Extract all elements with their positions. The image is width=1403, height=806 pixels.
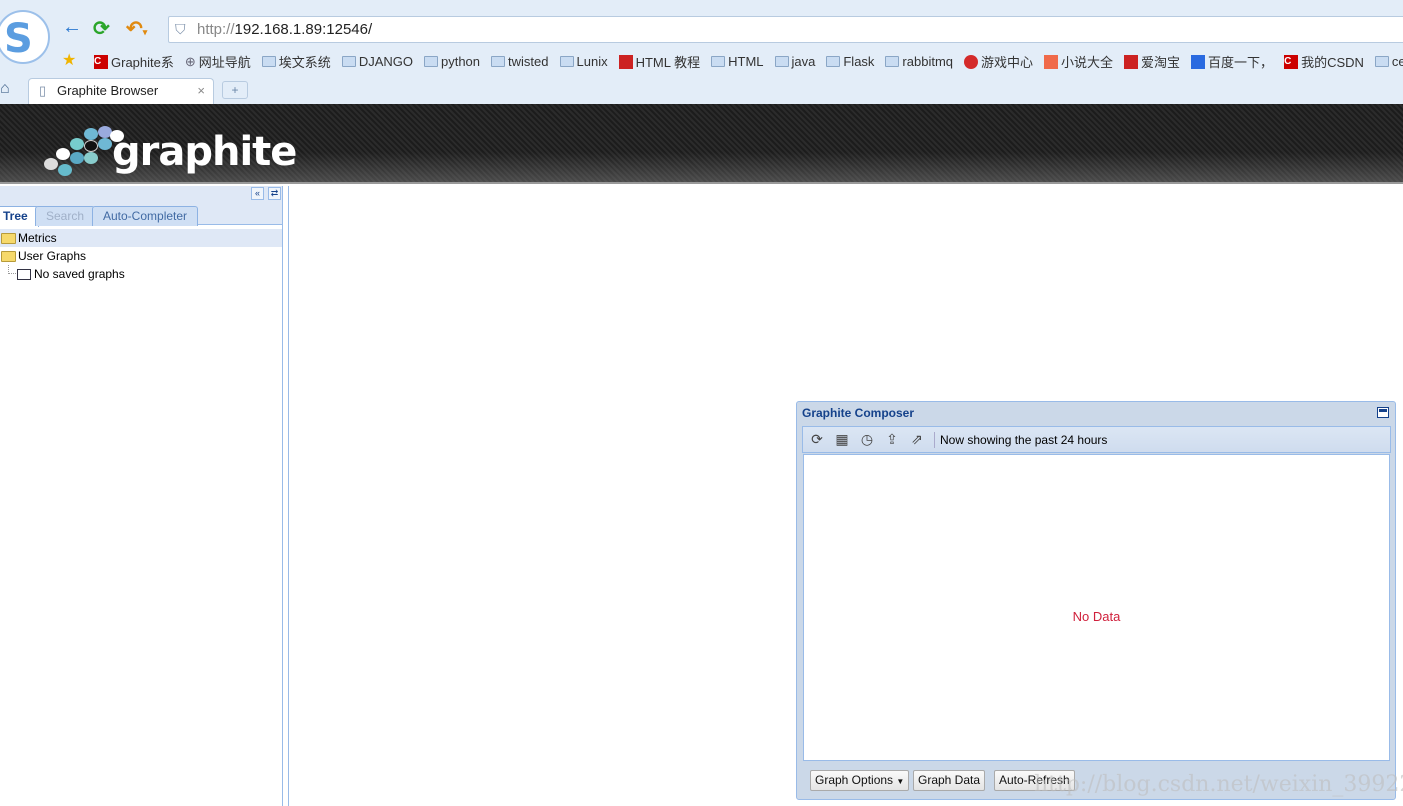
logo-dots-icon [44, 124, 124, 180]
bookmark-item[interactable]: rabbitmq [885, 52, 953, 71]
folder-icon [261, 56, 276, 67]
tab-auto-completer[interactable]: Auto-Completer [92, 206, 199, 226]
tab-search[interactable]: Search [35, 206, 96, 226]
folder-icon [1, 233, 16, 244]
bookmark-item[interactable]: Flask [826, 52, 874, 71]
graph-leaf-icon [17, 269, 31, 280]
game-icon [964, 54, 978, 69]
close-tab-icon[interactable]: × [197, 79, 205, 103]
clock-icon[interactable]: ◷ [859, 431, 875, 448]
folder-icon [774, 56, 789, 67]
bookmark-item[interactable]: python [423, 52, 480, 71]
folder-icon [491, 56, 506, 67]
upload-icon[interactable]: ⇪ [884, 431, 900, 448]
graphite-header: graphite [0, 104, 1403, 184]
bookmark-item[interactable]: 游戏中心 [964, 52, 1033, 71]
globe-icon: ⊕ [184, 53, 196, 69]
bookmark-item[interactable]: ce [1374, 52, 1403, 71]
back-icon[interactable]: ← [62, 16, 82, 39]
bookmark-item[interactable]: C 我的CSDN [1284, 52, 1364, 71]
graphite-logo: graphite [44, 124, 297, 180]
baidu-icon [1191, 54, 1206, 69]
bookmark-item[interactable]: C Graphite系 [94, 52, 174, 71]
novel-icon [1044, 54, 1059, 69]
maximize-button[interactable] [1377, 407, 1389, 418]
folder-icon [559, 56, 574, 67]
csdn-icon: C [1284, 54, 1299, 69]
no-data-message: No Data [1072, 609, 1121, 624]
tree-node-user-graphs[interactable]: User Graphs [0, 247, 282, 265]
panel-splitter[interactable] [283, 186, 289, 806]
page-icon: ▯ [39, 83, 47, 98]
bookmark-item[interactable]: java [774, 52, 815, 71]
star-icon[interactable]: ★ [62, 50, 76, 70]
address-bar[interactable]: ⛉ http://192.168.1.89:12546/ [168, 16, 1403, 43]
home-icon[interactable]: ⌂ [0, 80, 10, 98]
time-range-status: Now showing the past 24 hours [940, 432, 1108, 447]
bookmarks-bar: C Graphite系 ⊕ 网址导航 埃文系统 DJANGO python twisted Lu… [94, 52, 1403, 71]
graph-data-button[interactable]: Graph Data [913, 770, 986, 791]
left-panel: « ⇄ Tree Search Auto-Completer Metrics U… [0, 186, 283, 806]
share-icon[interactable]: ⇗ [909, 431, 925, 448]
bookmark-item[interactable]: ⊕ 网址导航 [185, 52, 251, 71]
taobao-icon [1124, 54, 1139, 69]
folder-icon [1374, 56, 1389, 67]
folder-icon [826, 56, 841, 67]
bookmark-item[interactable]: DJANGO [341, 52, 413, 71]
dropdown-arrow-icon: ▼ [896, 777, 905, 786]
auto-refresh-button[interactable]: Auto-Refresh [994, 770, 1075, 791]
folder-icon [885, 56, 900, 67]
graphite-composer-window: Graphite Composer ⟳ ▦ ◷ ⇪ ⇗ Now showing … [796, 401, 1396, 800]
shield-icon: ⛉ [175, 21, 186, 37]
bookmark-item[interactable]: 百度一下， [1191, 52, 1273, 71]
bookmark-item[interactable]: 埃文系统 [261, 52, 331, 71]
folder-icon [341, 56, 356, 67]
csdn-icon: C [94, 54, 108, 69]
tree-node-no-saved-graphs[interactable]: No saved graphs [0, 265, 282, 283]
tree-node-metrics[interactable]: Metrics [0, 229, 282, 247]
bookmark-item[interactable]: Lunix [559, 52, 608, 71]
browser-logo[interactable]: S [0, 10, 50, 64]
new-tab-button[interactable]: + [222, 81, 248, 99]
folder-open-icon [1, 251, 16, 262]
folder-icon [711, 56, 726, 67]
refresh-icon[interactable]: ⟳ [809, 431, 825, 448]
graph-area: No Data [803, 454, 1390, 761]
reload-icon[interactable]: ⟳ [93, 16, 110, 41]
composer-title: Graphite Composer [802, 406, 915, 420]
calendar-icon[interactable]: ▦ [834, 431, 850, 448]
bookmark-item[interactable]: HTML [711, 52, 764, 71]
graph-options-button[interactable]: Graph Options ▼ [810, 770, 910, 791]
bookmark-item[interactable]: HTML 教程 [618, 52, 700, 71]
tab-graphite-browser[interactable]: ▯ Graphite Browser × [28, 78, 214, 104]
bookmark-item[interactable]: 爱淘宝 [1124, 52, 1180, 71]
bookmark-item[interactable]: twisted [491, 52, 549, 71]
tab-tree[interactable]: Tree [0, 206, 39, 227]
html-icon [618, 54, 633, 69]
bookmark-item[interactable]: 小说大全 [1044, 52, 1113, 71]
undo-icon[interactable]: ↶▾ [126, 16, 147, 41]
composer-toolbar: ⟳ ▦ ◷ ⇪ ⇗ Now showing the past 24 hours [802, 426, 1391, 453]
collapse-panel-button[interactable]: « [251, 187, 264, 200]
refresh-tree-button[interactable]: ⇄ [268, 187, 281, 200]
browser-chrome: S ← ⟳ ↶▾ ⛉ http://192.168.1.89:12546/ ★ C… [0, 0, 1403, 104]
folder-icon [423, 56, 438, 67]
